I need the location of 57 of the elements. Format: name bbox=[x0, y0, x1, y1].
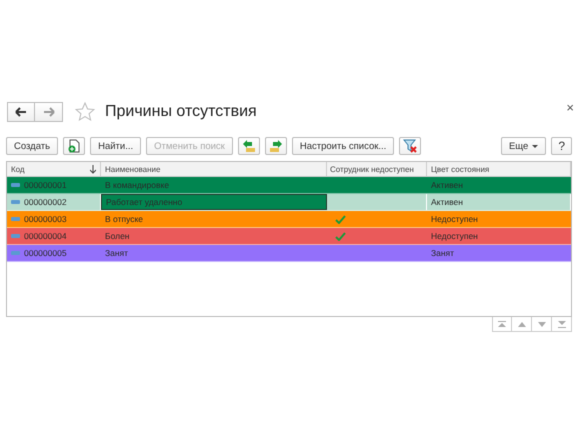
table-row[interactable]: 000000004 Болен Недоступен bbox=[7, 228, 571, 245]
left-arrow-icon bbox=[15, 107, 27, 117]
scroll-top-button[interactable] bbox=[492, 317, 512, 332]
table-cell: В отпуске bbox=[105, 214, 144, 224]
create-button[interactable]: Создать bbox=[6, 137, 58, 155]
move-left-button[interactable] bbox=[238, 137, 260, 155]
column-header[interactable]: Наименование bbox=[101, 162, 327, 176]
table-cell: Болен bbox=[105, 231, 130, 241]
minus-icon bbox=[11, 200, 20, 204]
caret-icon bbox=[532, 144, 538, 148]
star-icon[interactable] bbox=[75, 102, 95, 122]
table-cell: Недоступен bbox=[431, 231, 478, 241]
table-cell: Активен bbox=[431, 180, 463, 190]
back-button[interactable] bbox=[7, 102, 35, 122]
scroll-up-button[interactable] bbox=[512, 317, 532, 332]
folder-arrow-icon bbox=[242, 139, 256, 153]
table-cell: Активен bbox=[431, 197, 463, 207]
sort-arrow-icon bbox=[90, 164, 96, 174]
scroll-down-button[interactable] bbox=[532, 317, 552, 332]
last-icon bbox=[558, 320, 566, 328]
table-cell: 000000002 bbox=[24, 197, 67, 207]
help-button[interactable]: ? bbox=[551, 137, 572, 155]
close-button[interactable]: × bbox=[566, 100, 574, 115]
table-cell: Работает удаленно bbox=[106, 197, 182, 207]
filter-clear-icon bbox=[403, 139, 418, 153]
up-triangle-icon bbox=[518, 322, 526, 326]
column-header[interactable]: Код bbox=[7, 162, 101, 176]
column-header[interactable]: Цвет состояния bbox=[427, 162, 571, 176]
find-button[interactable]: Найти... bbox=[90, 137, 142, 155]
table-cell: 000000005 bbox=[24, 248, 67, 258]
copy-button[interactable] bbox=[63, 137, 86, 155]
folder-arrow-icon bbox=[268, 139, 283, 153]
table-cell: Занят bbox=[431, 248, 454, 258]
right-arrow-icon bbox=[42, 107, 54, 117]
table-cell: 000000003 bbox=[24, 214, 67, 224]
minus-icon bbox=[11, 251, 20, 255]
move-right-button[interactable] bbox=[264, 137, 287, 155]
clear-filter-button[interactable] bbox=[399, 137, 422, 155]
minus-icon bbox=[11, 183, 20, 187]
table-cell: 000000001 bbox=[24, 180, 67, 190]
table-row[interactable]: 000000003 В отпуске Недоступен bbox=[7, 211, 571, 228]
table-row[interactable]: 000000005 Занят Занят bbox=[7, 245, 571, 262]
more-button[interactable]: Еще bbox=[500, 137, 546, 155]
scroll-bottom-button[interactable] bbox=[552, 317, 572, 332]
down-triangle-icon bbox=[538, 322, 546, 326]
add-document-icon bbox=[67, 139, 82, 153]
minus-icon bbox=[11, 234, 20, 238]
configure-list-button[interactable]: Настроить список... bbox=[292, 137, 394, 155]
table-cell: Недоступен bbox=[431, 214, 478, 224]
table-cell: В командировке bbox=[105, 180, 170, 190]
window-title: Причины отсутствия bbox=[105, 103, 257, 121]
column-header[interactable]: Сотрудник недоступен bbox=[327, 162, 427, 176]
table-cell: Занят bbox=[105, 248, 128, 258]
first-icon bbox=[498, 320, 506, 328]
table-cell: 000000004 bbox=[24, 231, 67, 241]
table-row[interactable]: 000000002 Работает удаленно Активен bbox=[7, 194, 571, 211]
minus-icon bbox=[11, 217, 20, 221]
